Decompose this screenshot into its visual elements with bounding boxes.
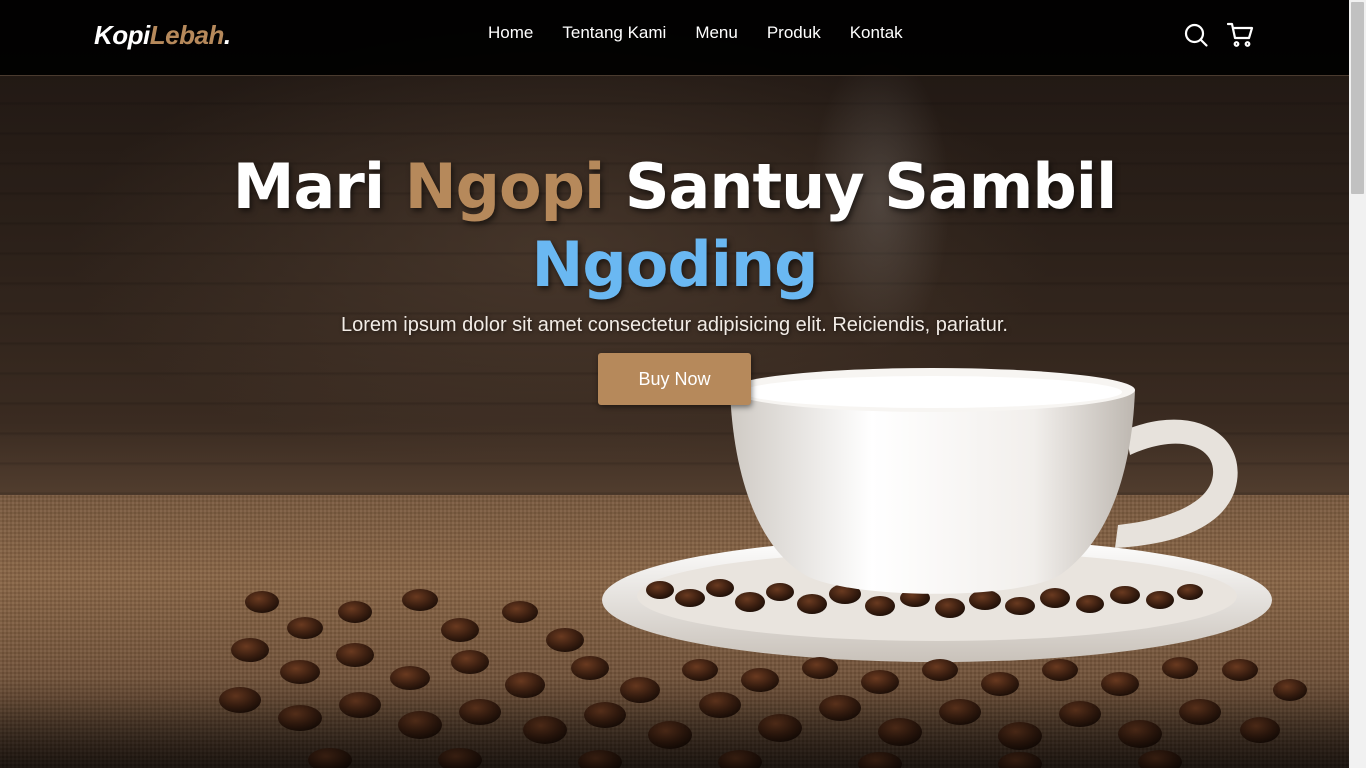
shopping-cart-icon[interactable]	[1226, 22, 1254, 48]
headline-word-ngopi: Ngopi	[404, 150, 605, 223]
logo-dot: .	[223, 20, 231, 50]
nav-link-home[interactable]: Home	[488, 22, 533, 44]
hero-headline: Mari Ngopi Santuy Sambil Ngoding	[0, 148, 1349, 304]
buy-now-button[interactable]: Buy Now	[598, 353, 751, 405]
nav-links: Home Tentang Kami Menu Produk Kontak	[488, 22, 932, 44]
scrollbar-thumb[interactable]	[1351, 2, 1364, 194]
navbar: KopiLebah. Home Tentang Kami Menu Produk…	[0, 0, 1349, 76]
nav-icons	[1183, 22, 1254, 48]
logo-text-lebah: Lebah	[149, 20, 225, 50]
headline-word-ngoding: Ngoding	[531, 228, 818, 301]
hero-content: Mari Ngopi Santuy Sambil Ngoding Lorem i…	[0, 148, 1349, 405]
bottom-shadow	[0, 678, 1349, 768]
search-icon[interactable]	[1183, 22, 1209, 48]
scrollbar[interactable]	[1349, 0, 1366, 768]
hero-subtitle: Lorem ipsum dolor sit amet consectetur a…	[341, 314, 1008, 336]
logo[interactable]: KopiLebah.	[94, 20, 231, 51]
logo-text-kopi: Kopi	[94, 20, 150, 50]
nav-link-kontak[interactable]: Kontak	[850, 22, 903, 44]
headline-word-santuy-sambil: Santuy Sambil	[624, 150, 1117, 223]
nav-link-produk[interactable]: Produk	[767, 22, 821, 44]
nav-link-menu[interactable]: Menu	[695, 22, 738, 44]
hero-section: Mari Ngopi Santuy Sambil Ngoding Lorem i…	[0, 0, 1349, 768]
nav-link-tentang-kami[interactable]: Tentang Kami	[562, 22, 666, 44]
headline-word-mari: Mari	[232, 150, 385, 223]
